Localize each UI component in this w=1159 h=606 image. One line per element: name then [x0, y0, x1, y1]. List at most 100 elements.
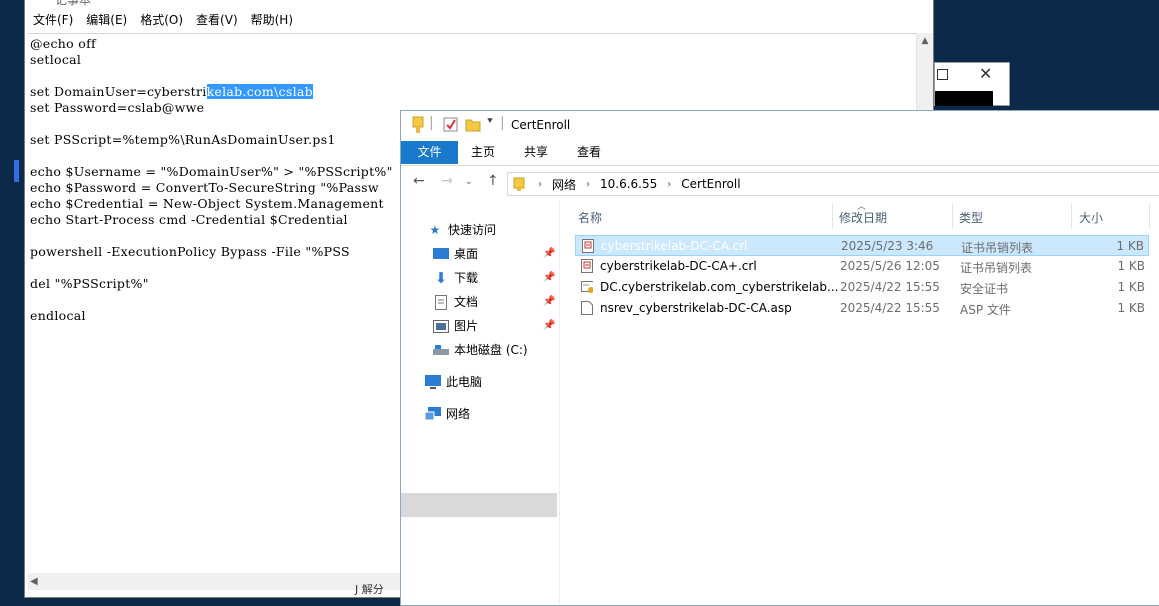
download-icon: ⬇	[434, 269, 448, 287]
code-line: @echo off	[30, 36, 96, 51]
file-date: 2025/4/22 15:55	[840, 280, 940, 294]
nav-item-downloads[interactable]: ⬇ 下载 📌	[433, 267, 557, 289]
navigation-bar: ← → ⌄ ↑ › 网络 › 10.6.6.55 › CertEnroll	[401, 169, 1159, 199]
file-type: ASP 文件	[960, 303, 1011, 317]
breadcrumb-host[interactable]: 10.6.6.55	[600, 177, 657, 191]
tab-file[interactable]: 文件	[401, 141, 458, 164]
menu-file[interactable]: 文件(F)	[33, 10, 73, 30]
network-icon	[425, 406, 441, 422]
nav-item-pictures[interactable]: 图片 📌	[433, 315, 557, 337]
file-size: 1 KB	[1117, 301, 1145, 315]
separator-icon: |	[500, 115, 505, 131]
file-size: 1 KB	[1116, 239, 1144, 253]
tab-home[interactable]: 主页	[458, 141, 508, 164]
console-area	[935, 91, 993, 106]
file-type: 证书吊销列表	[960, 261, 1033, 275]
nav-label: 下载	[454, 271, 479, 285]
menu-edit[interactable]: 编辑(E)	[86, 10, 127, 30]
code-line: set Password=cslab@wwe	[30, 100, 205, 115]
tab-view[interactable]: 查看	[564, 141, 614, 164]
nav-item-documents[interactable]: 文档 📌	[433, 291, 557, 313]
folder-pin-icon	[411, 116, 425, 138]
nav-label: 网络	[446, 407, 471, 421]
code-line: del "%PSScript%"	[30, 276, 149, 291]
up-arrow-icon[interactable]: ↑	[487, 173, 499, 189]
notepad-title: 记事本	[55, 0, 92, 7]
tab-share[interactable]: 共享	[511, 141, 561, 164]
back-arrow-icon[interactable]: ←	[413, 173, 425, 189]
nav-item-desktop[interactable]: 桌面 📌	[433, 243, 557, 265]
nav-label: 桌面	[454, 247, 479, 261]
file-date: 2025/5/26 12:05	[840, 259, 940, 273]
properties-icon[interactable]	[443, 117, 459, 137]
nav-item-network[interactable]: 网络	[425, 403, 470, 425]
explorer-window: | ⯆ | CertEnroll 文件 主页 共享 查看 ← → ⌄ ↑ › 网…	[400, 110, 1159, 606]
explorer-titlebar[interactable]: | ⯆ | CertEnroll	[401, 111, 1159, 141]
code-line: echo Start-Process cmd -Credential $Cred…	[30, 212, 348, 227]
nav-item-local-disk[interactable]: 本地磁盘 (C:)	[433, 339, 528, 361]
file-size: 1 KB	[1117, 280, 1145, 294]
chevron-right-icon[interactable]: ›	[586, 179, 590, 190]
new-folder-icon[interactable]	[465, 117, 481, 137]
document-icon	[433, 294, 449, 310]
code-line: echo $Password = ConvertTo-SecureString …	[30, 180, 379, 195]
file-size: 1 KB	[1117, 259, 1145, 273]
nav-item-quick-access[interactable]: ★ 快速访问	[427, 219, 496, 241]
customize-toolbar-icon[interactable]: ⯆	[486, 116, 494, 127]
menu-format[interactable]: 格式(O)	[140, 10, 183, 30]
menu-help[interactable]: 帮助(H)	[251, 10, 293, 30]
pin-icon[interactable]: 📌	[543, 267, 555, 289]
column-divider[interactable]	[1071, 203, 1072, 229]
pin-icon[interactable]: 📌	[543, 291, 555, 313]
desktop-icon	[433, 246, 449, 262]
nav-selection-highlight	[401, 493, 557, 517]
file-date: 2025/4/22 15:55	[840, 301, 940, 315]
column-divider[interactable]	[952, 203, 953, 229]
file-date: 2025/5/23 3:46	[841, 239, 934, 253]
file-type: 证书吊销列表	[961, 241, 1034, 255]
chevron-right-icon[interactable]: ›	[667, 179, 671, 190]
scroll-left-icon[interactable]: ◀	[30, 573, 38, 590]
notepad-menubar: 文件(F) 编辑(E) 格式(O) 查看(V) 帮助(H)	[25, 10, 933, 30]
file-row[interactable]: cyberstrikelab-DC-CA.crl 2025/5/23 3:46 …	[575, 235, 1149, 256]
pin-icon[interactable]: 📌	[543, 243, 555, 265]
menu-view[interactable]: 查看(V)	[196, 10, 238, 30]
breadcrumb-folder[interactable]: CertEnroll	[681, 177, 740, 191]
file-row[interactable]: cyberstrikelab-DC-CA+.crl 2025/5/26 12:0…	[575, 256, 1149, 277]
nav-label: 快速访问	[448, 223, 497, 237]
pane-divider[interactable]	[559, 201, 560, 605]
nav-label: 本地磁盘 (C:)	[454, 343, 528, 357]
crl-file-icon	[581, 259, 593, 273]
separator-icon: |	[429, 115, 434, 131]
file-row[interactable]: DC.cyberstrikelab.com_cyberstrikelab... …	[575, 277, 1149, 298]
blank-file-icon	[581, 301, 593, 315]
code-line: endlocal	[30, 308, 86, 323]
nav-item-this-pc[interactable]: 此电脑	[425, 371, 482, 393]
column-header-size[interactable]: 大小	[1079, 209, 1103, 226]
window-title: CertEnroll	[511, 118, 571, 132]
code-line: set PSScript=%temp%\RunAsDomainUser.ps1	[30, 132, 336, 147]
column-header-name[interactable]: 名称	[578, 209, 602, 226]
navigation-pane: ★ 快速访问 桌面 📌 ⬇ 下载 📌 文档 📌 图片 📌 本地磁盘 (C:) 此…	[401, 201, 557, 605]
background-window: ✕	[934, 62, 1010, 106]
status-fragment: J 解分	[355, 583, 384, 596]
column-divider[interactable]	[832, 203, 833, 229]
forward-arrow-icon[interactable]: →	[441, 173, 453, 189]
scroll-up-icon[interactable]: ▲	[917, 33, 933, 50]
column-header-type[interactable]: 类型	[959, 209, 983, 226]
crl-file-icon	[582, 239, 594, 253]
nav-label: 图片	[454, 319, 479, 333]
notepad-titlebar[interactable]: 记事本	[25, 0, 933, 8]
recent-locations-icon[interactable]: ⌄	[465, 177, 473, 187]
column-divider[interactable]	[1149, 203, 1150, 229]
computer-icon	[425, 374, 441, 390]
certificate-file-icon	[581, 281, 593, 293]
pin-icon[interactable]: 📌	[543, 315, 555, 337]
file-row[interactable]: nsrev_cyberstrikelab-DC-CA.asp 2025/4/22…	[575, 298, 1149, 319]
address-bar[interactable]: › 网络 › 10.6.6.55 › CertEnroll	[507, 172, 1159, 196]
chevron-right-icon[interactable]: ›	[538, 179, 542, 190]
close-icon[interactable]: ✕	[979, 64, 992, 83]
maximize-icon[interactable]	[937, 69, 948, 80]
breadcrumb-network[interactable]: 网络	[552, 176, 576, 193]
column-header-date[interactable]: 修改日期	[839, 209, 887, 226]
